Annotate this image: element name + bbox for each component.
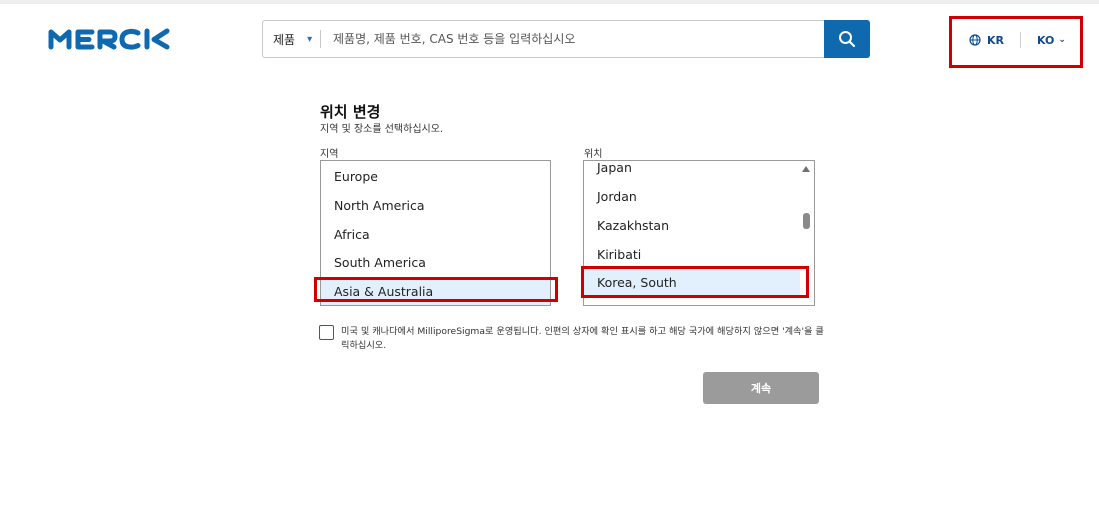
location-scrollbar[interactable] [800, 161, 814, 305]
page: 제품 ▾ KR KO ⌄ 위치 변경 지역 및 장소를 선택하십시오 [0, 0, 1099, 518]
scroll-up-arrow-icon[interactable] [802, 166, 810, 172]
search-input[interactable] [321, 21, 824, 57]
region-option[interactable]: North America [321, 191, 550, 219]
region-option-selected[interactable]: Asia & Australia [321, 277, 550, 305]
scroll-thumb[interactable] [803, 213, 810, 229]
millipore-confirm-checkbox[interactable] [319, 325, 334, 340]
search-button[interactable] [824, 20, 870, 58]
merck-logo[interactable] [48, 28, 174, 50]
location-label: 위치 [584, 149, 603, 160]
location-option[interactable]: Japan [584, 161, 814, 181]
search-category-dropdown[interactable]: 제품 ▾ [263, 30, 321, 48]
location-option[interactable]: Kazakhstan [584, 211, 814, 239]
search-category-label: 제품 [273, 32, 296, 47]
location-listbox[interactable]: Japan Jordan Kazakhstan Kiribati Korea, … [583, 160, 815, 306]
location-option[interactable]: Jordan [584, 182, 814, 210]
page-subtitle: 지역 및 장소를 선택하십시오. [320, 124, 444, 135]
location-option[interactable]: Kiribati [584, 240, 814, 268]
region-label: 지역 [320, 149, 339, 160]
chevron-down-icon: ▾ [307, 33, 313, 45]
search-bar: 제품 ▾ [262, 20, 870, 58]
region-option[interactable]: Africa [321, 220, 550, 248]
top-border [0, 0, 1099, 4]
merck-logo-graphic [48, 28, 170, 50]
region-option[interactable]: Europe [321, 162, 550, 190]
millipore-notice-text: 미국 및 캐나다에서 MilliporeSigma로 운영됩니다. 인편의 상자… [341, 326, 824, 351]
search-icon [839, 31, 856, 48]
page-title: 위치 변경 [320, 103, 381, 121]
region-option[interactable]: South America [321, 248, 550, 276]
locale-highlight-box [949, 16, 1083, 68]
location-option-selected[interactable]: Korea, South [584, 268, 814, 296]
continue-button[interactable]: 계속 [703, 372, 819, 404]
region-listbox[interactable]: Europe North America Africa South Americ… [320, 160, 551, 306]
